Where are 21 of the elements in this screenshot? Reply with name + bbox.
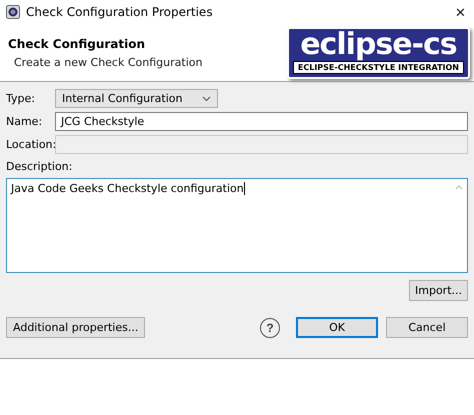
field-label: Name:	[6, 115, 44, 128]
field-label: Location:	[6, 138, 55, 151]
field-label: Type:	[6, 92, 36, 105]
window-title: Check Configuration Properties	[26, 5, 214, 19]
help-button[interactable]: ?	[260, 318, 280, 338]
type-dropdown[interactable]: Internal Configuration	[55, 89, 218, 108]
ok-button[interactable]: OK	[296, 317, 378, 338]
description-field[interactable]: Java Code Geeks Checkstyle configuration	[6, 178, 468, 273]
logo-tagline: ECLIPSE-CHECKSTYLE INTEGRATION	[292, 60, 464, 74]
cancel-button[interactable]: Cancel	[386, 317, 468, 338]
logo-name: eclipse-cs	[300, 28, 457, 60]
page-title: Check Configuration	[8, 36, 146, 50]
chevron-icon	[202, 96, 211, 102]
input-field[interactable]: JCG Checkstyle	[55, 112, 468, 131]
close-button[interactable]: ✕	[447, 0, 474, 24]
import-button[interactable]: Import...	[409, 280, 468, 301]
app-icon	[6, 5, 20, 19]
additional-properties-button[interactable]: Additional properties...	[6, 317, 146, 338]
scroll-up-icon[interactable]	[455, 185, 463, 190]
field-label: Description:	[6, 160, 74, 175]
page-subtitle: Create a new Check Configuration	[13, 56, 202, 68]
